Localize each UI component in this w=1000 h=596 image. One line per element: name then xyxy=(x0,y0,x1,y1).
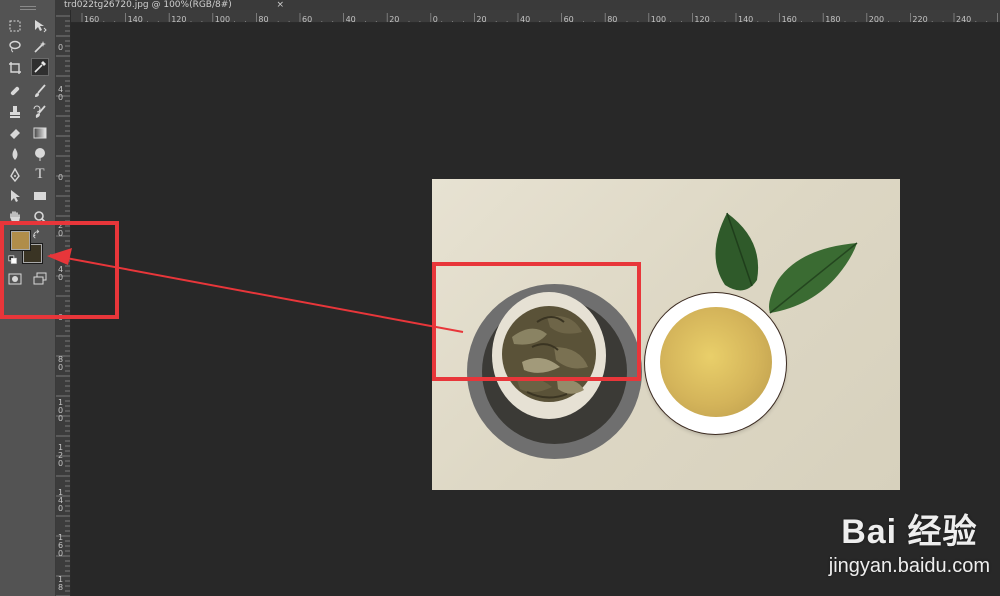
annotation-box-tea-leaves xyxy=(432,262,641,381)
ruler-top-label: 80 xyxy=(258,15,268,23)
tab-close-icon[interactable]: × xyxy=(276,0,284,10)
toolbox-grip[interactable] xyxy=(20,6,36,10)
ruler-top-label: 20 xyxy=(389,15,399,23)
ruler-left-label: 0 xyxy=(58,93,63,102)
blur-tool-icon[interactable] xyxy=(6,145,24,163)
ruler-top-label: 100 xyxy=(215,15,230,23)
horizontal-ruler-ticks: 160 140 120 100 80 60 40 20 0 20 40 60 80 100 120 140 16… xyxy=(81,13,998,23)
ruler-left-label: 0 xyxy=(58,173,63,182)
rectangle-tool-icon[interactable] xyxy=(31,187,49,205)
horizontal-ruler[interactable]: 160 140 120 100 80 60 40 20 0 20 40 60 80 100 120 140 16… xyxy=(70,10,1000,23)
tea-liquid xyxy=(660,307,772,417)
ruler-top-label: 40 xyxy=(346,15,356,23)
ruler-top-label: 160 xyxy=(84,15,99,23)
marquee-tool-icon[interactable] xyxy=(6,17,24,35)
ruler-top-label: 20 xyxy=(476,15,486,23)
brush-tool-icon[interactable] xyxy=(31,82,49,100)
history-brush-tool-icon[interactable] xyxy=(31,103,49,121)
document-tab-title: trd022tg26720.jpg @ 100%(RGB/8#) xyxy=(64,0,232,10)
eyedropper-tool-icon[interactable] xyxy=(31,58,49,76)
ruler-top-label: 120 xyxy=(694,15,709,23)
ruler-top-label: 60 xyxy=(564,15,574,23)
ruler-left-label: 0 xyxy=(58,549,63,558)
ruler-left-label: 0 xyxy=(58,43,63,52)
baidu-watermark: Bai 经验 jingyan.baidu.com xyxy=(829,504,990,578)
ruler-top-label: 120 xyxy=(171,15,186,23)
dodge-tool-icon[interactable] xyxy=(31,145,49,163)
ruler-left-label: 0 xyxy=(58,363,63,372)
eraser-tool-icon[interactable] xyxy=(6,124,24,142)
ruler-top-label: 60 xyxy=(302,15,312,23)
pen-tool-icon[interactable] xyxy=(6,166,24,184)
foreground-color-swatch[interactable] xyxy=(10,230,31,251)
ruler-left-label: 0 xyxy=(58,504,63,513)
clone-stamp-tool-icon[interactable] xyxy=(6,103,24,121)
ruler-top-label: 140 xyxy=(128,15,143,23)
gradient-tool-icon[interactable] xyxy=(31,124,49,142)
baidu-logo: Bai 经验 xyxy=(841,513,978,551)
ruler-top-label: 40 xyxy=(520,15,530,23)
baidu-url: jingyan.baidu.com xyxy=(828,555,990,577)
ruler-top-label: 220 xyxy=(912,15,927,23)
healing-brush-tool-icon[interactable] xyxy=(6,82,24,100)
move-tool-icon[interactable] xyxy=(31,17,49,35)
ruler-left-label: 8 xyxy=(58,583,63,592)
type-tool-icon[interactable]: T xyxy=(31,165,49,183)
ruler-top-label: 0 xyxy=(433,15,438,23)
ruler-top-label: 180 xyxy=(825,15,840,23)
ruler-top-label: 80 xyxy=(607,15,617,23)
ruler-top-label: 140 xyxy=(738,15,753,23)
lasso-tool-icon[interactable] xyxy=(6,38,24,56)
ruler-left-label: 0 xyxy=(58,459,63,468)
ruler-top-label: 160 xyxy=(782,15,797,23)
ruler-left-label: 0 xyxy=(58,414,63,423)
ruler-top-label: 200 xyxy=(869,15,884,23)
path-selection-tool-icon[interactable] xyxy=(6,187,24,205)
document-tab[interactable]: trd022tg26720.jpg @ 100%(RGB/8#) × xyxy=(56,0,284,10)
magic-wand-tool-icon[interactable] xyxy=(31,38,49,56)
crop-tool-icon[interactable] xyxy=(6,59,24,77)
ruler-top-label: 100 xyxy=(651,15,666,23)
ruler-top-label: 240 xyxy=(956,15,971,23)
